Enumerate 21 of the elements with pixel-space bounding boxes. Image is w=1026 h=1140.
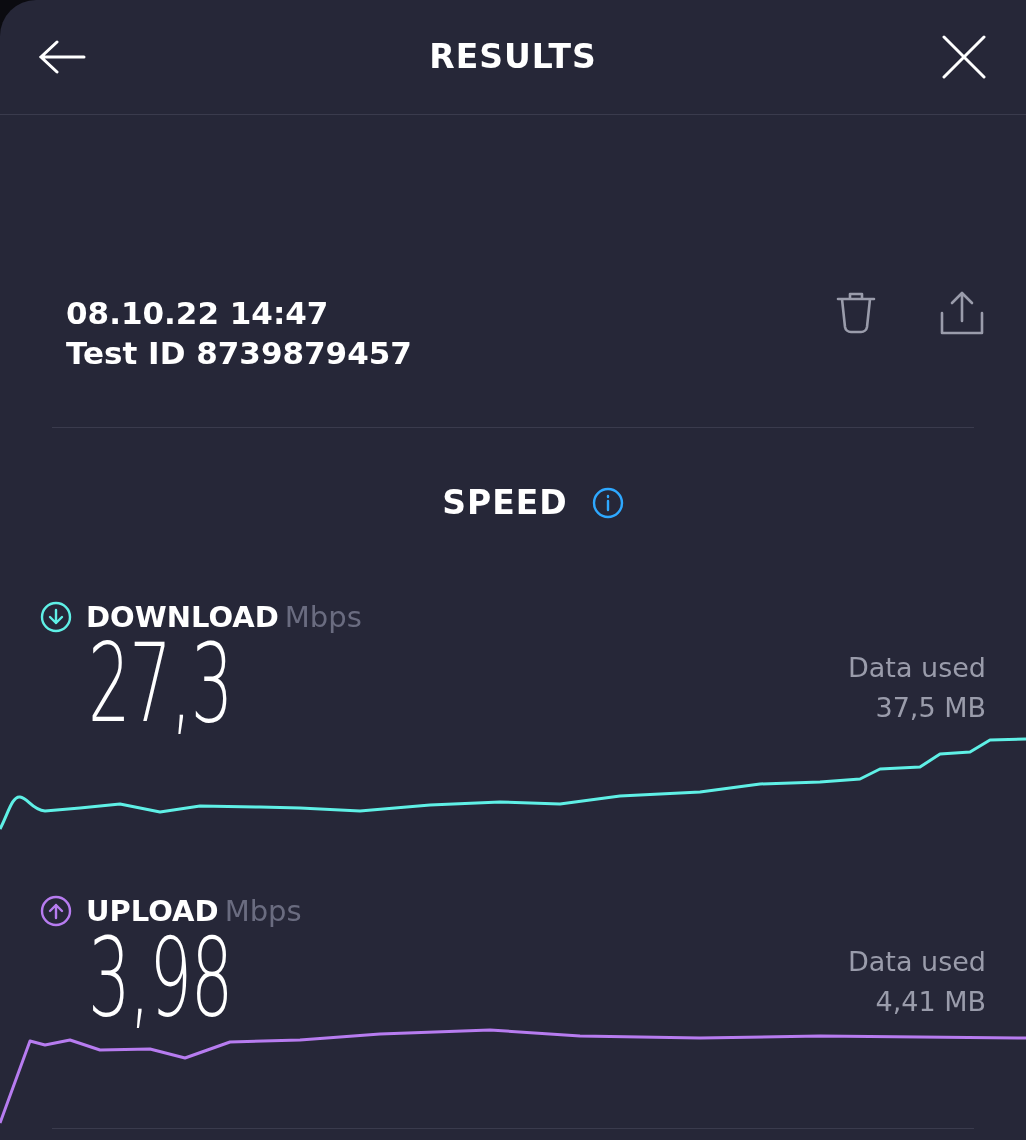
speed-value: 27,3 <box>88 634 233 734</box>
data-used-label: Data used <box>848 651 986 685</box>
arrow-left-icon <box>38 39 86 74</box>
unit-label: Mbps <box>224 894 302 928</box>
data-used-value: 37,5 MB <box>875 691 986 725</box>
share-icon <box>940 290 984 335</box>
data-used-label: Data used <box>848 945 986 979</box>
close-icon <box>942 34 986 79</box>
test-id: Test ID 8739879457 <box>66 333 412 373</box>
data-used-value: 4,41 MB <box>875 985 986 1019</box>
metric-label: UPLOAD <box>86 894 219 928</box>
arrow-down-circle-icon <box>40 601 72 633</box>
speed-value: 3,98 <box>88 928 233 1028</box>
info-icon[interactable] <box>591 486 624 519</box>
unit-label: Mbps <box>284 600 362 634</box>
page-title: RESULTS <box>429 37 597 77</box>
section-title: SPEED <box>442 483 568 522</box>
trash-icon <box>836 290 876 335</box>
test-date-time: 08.10.22 14:47 <box>66 293 330 333</box>
metric-label: DOWNLOAD <box>86 600 279 634</box>
arrow-up-circle-icon <box>40 895 72 927</box>
